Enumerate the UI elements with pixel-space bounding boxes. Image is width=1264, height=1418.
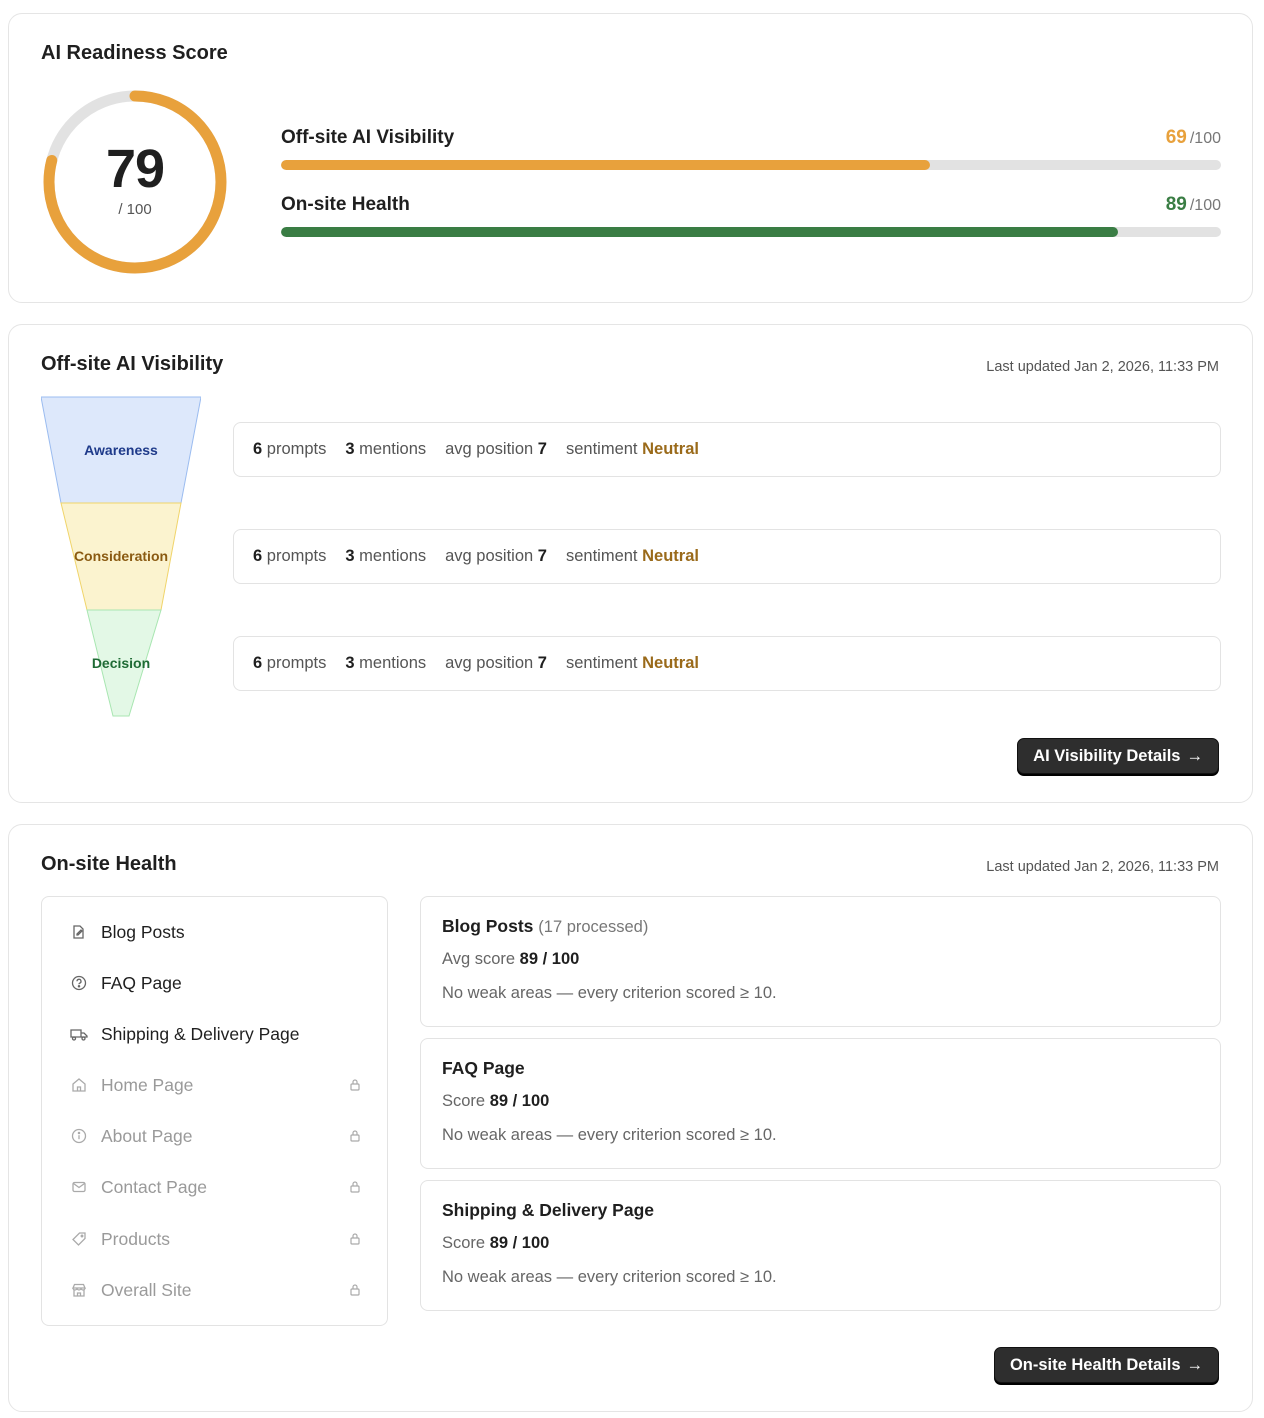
metric-label: On-site Health — [281, 194, 410, 215]
lock-icon — [348, 1128, 362, 1144]
offsite-updated: Last updated Jan 2, 2026, 11:33 PM — [986, 359, 1219, 375]
sidebar-item-label: Overall Site — [101, 1279, 192, 1300]
offsite-card: Off-site AI Visibility Last updated Jan … — [8, 324, 1253, 803]
question-circle-icon — [70, 974, 88, 992]
sidebar-item-products: Products — [70, 1224, 362, 1254]
info-circle-icon — [70, 1127, 88, 1145]
progress-bar — [281, 227, 1221, 237]
progress-bar-fill — [281, 160, 930, 170]
arrow-right-icon: → — [1186, 1355, 1204, 1374]
sidebar-item-label: Contact Page — [101, 1176, 208, 1197]
stage-stats-consideration: 6 prompts 3 mentions avg position 7 sent… — [233, 529, 1221, 584]
sidebar-item-overall-site: Overall Site — [70, 1275, 362, 1305]
funnel-label-decision: Decision — [91, 655, 151, 671]
detail-note: No weak areas — every criterion scored ≥… — [442, 1126, 777, 1144]
onsite-card: On-site Health Last updated Jan 2, 2026,… — [8, 824, 1253, 1412]
ai-visibility-details-button[interactable]: AI Visibility Details → — [1017, 738, 1219, 774]
mail-icon — [70, 1178, 88, 1196]
detail-score: Score 89 / 100 — [442, 1092, 550, 1110]
detail-note: No weak areas — every criterion scored ≥… — [442, 984, 777, 1002]
store-icon — [70, 1281, 88, 1299]
readiness-score-value: 79 — [105, 139, 165, 199]
sidebar-item-label: Shipping & Delivery Page — [101, 1023, 300, 1044]
sidebar-item-faq-page[interactable]: FAQ Page — [70, 968, 362, 998]
readiness-score-ring: 79 / 100 — [41, 88, 229, 276]
progress-bar — [281, 160, 1221, 170]
sidebar-item-label: Blog Posts — [101, 921, 185, 942]
sidebar-item-shipping-delivery[interactable]: Shipping & Delivery Page — [70, 1019, 362, 1049]
sidebar-item-label: About Page — [101, 1125, 193, 1146]
lock-icon — [348, 1077, 362, 1093]
metric-value: 69/100 — [1165, 127, 1221, 148]
page-type-sidebar: Blog Posts FAQ Page Shipping & Delivery … — [41, 896, 388, 1326]
funnel-label-consideration: Consideration — [73, 548, 169, 564]
metric-value: 89/100 — [1165, 194, 1221, 215]
edit-document-icon — [70, 923, 88, 941]
funnel-label-awareness: Awareness — [84, 442, 158, 458]
onsite-health-details-button[interactable]: On-site Health Details → — [993, 1347, 1219, 1383]
sidebar-item-label: Home Page — [101, 1074, 194, 1095]
detail-card-shipping-delivery: Shipping & Delivery Page Score 89 / 100 … — [420, 1180, 1221, 1311]
detail-card-blog-posts: Blog Posts (17 processed) Avg score 89 /… — [420, 896, 1221, 1027]
sidebar-item-label: Products — [101, 1228, 171, 1249]
sidebar-item-about-page: About Page — [70, 1121, 362, 1151]
detail-score: Score 89 / 100 — [442, 1234, 550, 1252]
home-icon — [70, 1076, 88, 1094]
detail-card-faq-page: FAQ Page Score 89 / 100 No weak areas — … — [420, 1038, 1221, 1169]
progress-bar-fill — [281, 227, 1118, 237]
readiness-score-max: / 100 — [118, 201, 152, 218]
sidebar-item-label: FAQ Page — [101, 972, 182, 993]
onsite-title: On-site Health — [41, 853, 177, 875]
offsite-title: Off-site AI Visibility — [41, 353, 224, 375]
truck-icon — [70, 1025, 88, 1043]
detail-title: Shipping & Delivery Page — [442, 1200, 654, 1220]
tag-icon — [70, 1230, 88, 1248]
detail-title: FAQ Page — [442, 1058, 525, 1078]
readiness-card: AI Readiness Score 79 / 100 Off-site AI … — [8, 13, 1253, 303]
metric-offsite: Off-site AI Visibility 69/100 — [281, 127, 1221, 187]
detail-title: Blog Posts (17 processed) — [442, 916, 649, 936]
lock-icon — [348, 1231, 362, 1247]
sidebar-item-blog-posts[interactable]: Blog Posts — [70, 917, 362, 947]
metric-label: Off-site AI Visibility — [281, 127, 455, 148]
stage-stats-decision: 6 prompts 3 mentions avg position 7 sent… — [233, 636, 1221, 691]
sidebar-item-home-page: Home Page — [70, 1070, 362, 1100]
sidebar-item-contact-page: Contact Page — [70, 1172, 362, 1202]
lock-icon — [348, 1282, 362, 1298]
arrow-right-icon: → — [1186, 746, 1204, 765]
stage-stats-awareness: 6 prompts 3 mentions avg position 7 sent… — [233, 422, 1221, 477]
lock-icon — [348, 1179, 362, 1195]
readiness-title: AI Readiness Score — [41, 42, 228, 64]
detail-score: Avg score 89 / 100 — [442, 950, 580, 968]
metric-onsite: On-site Health 89/100 — [281, 194, 1221, 254]
onsite-updated: Last updated Jan 2, 2026, 11:33 PM — [986, 859, 1219, 875]
detail-note: No weak areas — every criterion scored ≥… — [442, 1268, 777, 1286]
funnel-chart: Awareness Consideration Decision — [40, 396, 202, 723]
